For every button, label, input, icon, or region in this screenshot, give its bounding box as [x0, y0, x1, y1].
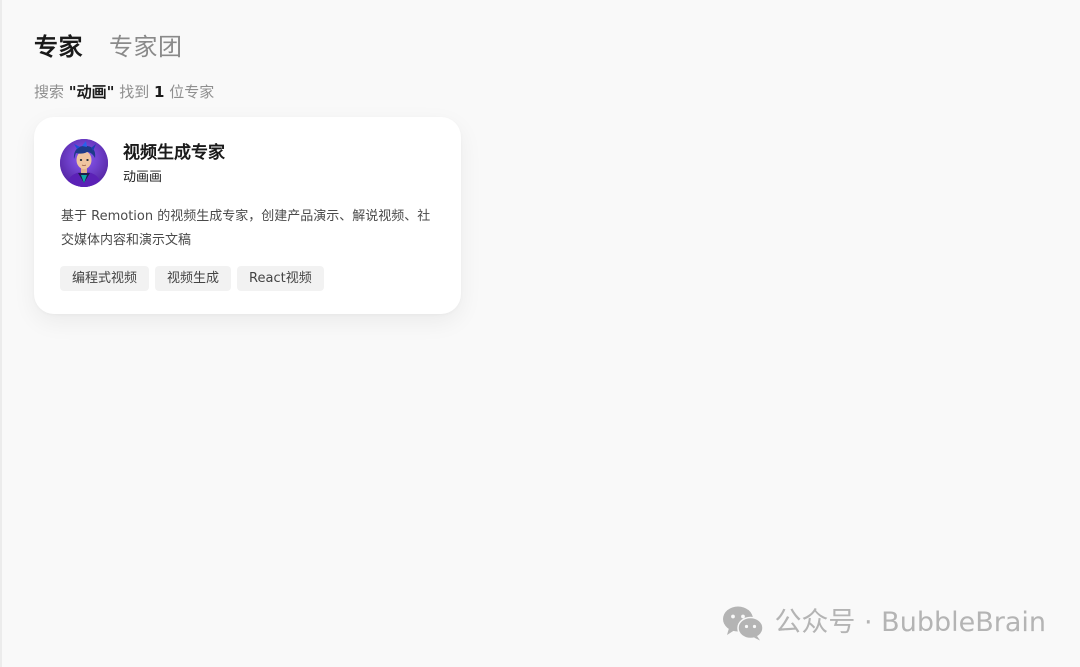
expert-card[interactable]: 视频生成专家 动画画 基于 Remotion 的视频生成专家，创建产品演示、解说… — [34, 117, 461, 314]
watermark: 公众号 · BubbleBrain — [722, 603, 1046, 643]
summary-prefix: 搜索 — [34, 83, 65, 101]
tag-list: 编程式视频 视频生成 React视频 — [60, 266, 324, 291]
tag-item[interactable]: 编程式视频 — [60, 266, 150, 291]
page: 专家 专家团 搜索 "动画" 找到 1 位专家 视频生成专家 动画画 基于 Re… — [0, 0, 1080, 667]
expert-description: 基于 Remotion 的视频生成专家，创建产品演示、解说视频、社交媒体内容和演… — [61, 209, 431, 248]
tag-item[interactable]: 视频生成 — [155, 266, 232, 291]
summary-suffix: 位专家 — [169, 83, 215, 101]
expert-subtitle: 动画画 — [123, 170, 163, 185]
search-query: "动画" — [68, 83, 115, 101]
watermark-text: 公众号 · BubbleBrain — [774, 607, 1046, 638]
avatar — [60, 139, 108, 187]
search-result-summary: 搜索 "动画" 找到 1 位专家 — [34, 81, 214, 103]
avatar-portrait-icon — [60, 139, 108, 187]
tab-experts[interactable]: 专家 — [34, 30, 83, 64]
wechat-icon — [723, 606, 765, 641]
expert-title: 视频生成专家 — [123, 143, 225, 163]
tag-item[interactable]: React视频 — [237, 266, 324, 291]
tab-expert-teams[interactable]: 专家团 — [109, 30, 183, 64]
tab-bar: 专家 专家团 — [34, 30, 183, 64]
result-count: 1 — [154, 83, 165, 101]
left-divider — [0, 0, 2, 667]
summary-middle: 找到 — [119, 83, 150, 101]
